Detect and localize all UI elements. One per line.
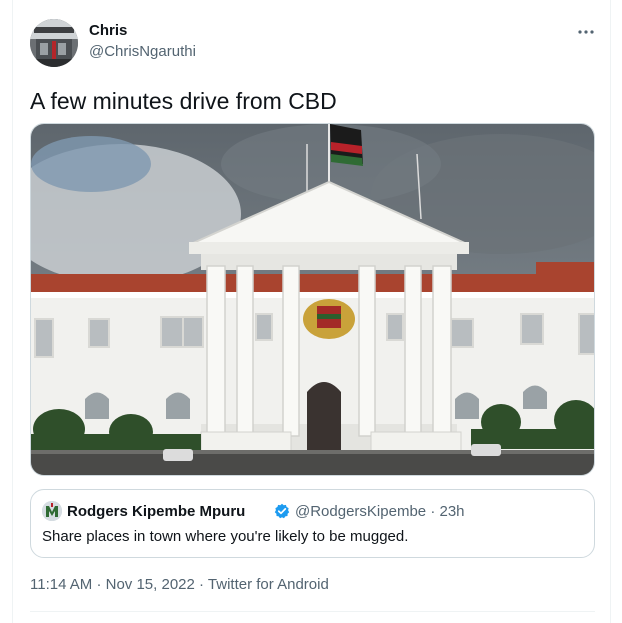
author-handle[interactable]: @ChrisNgaruthi [89,43,196,60]
more-options-button[interactable] [576,22,596,42]
author-name[interactable]: Chris [89,22,127,39]
quoted-separator: · [430,503,436,520]
divider [30,611,595,612]
tweet-source: Twitter for Android [207,576,329,593]
author-avatar[interactable] [30,19,78,67]
quoted-avatar-image [42,501,62,521]
quoted-tweet-text: Share places in town where you're likely… [42,528,409,545]
tweet-date-link[interactable]: Nov 15, 2022 [106,576,195,593]
quoted-tweet[interactable]: Rodgers Kipembe Mpuru @RodgersKipembe · … [30,489,595,558]
more-horizontal-icon [578,30,594,34]
quoted-author-name: Rodgers Kipembe Mpuru [67,503,246,520]
quoted-meta: @RodgersKipembe · 23h [295,503,465,520]
tweet-metadata: 11:14 AM · Nov 15, 2022 · Twitter for An… [30,576,329,593]
verified-badge-icon [274,503,290,519]
quoted-time: 23h [439,503,465,520]
tweet-text: A few minutes drive from CBD [30,88,337,114]
meta-separator: · [199,576,205,593]
quoted-author-avatar [42,501,62,521]
state-house-photo [31,124,594,475]
tweet-time-link[interactable]: 11:14 AM [30,576,92,593]
avatar-image [30,19,78,67]
meta-separator: · [96,576,102,593]
quoted-author-handle: @RodgersKipembe [295,503,427,520]
tweet-photo[interactable] [30,123,595,476]
